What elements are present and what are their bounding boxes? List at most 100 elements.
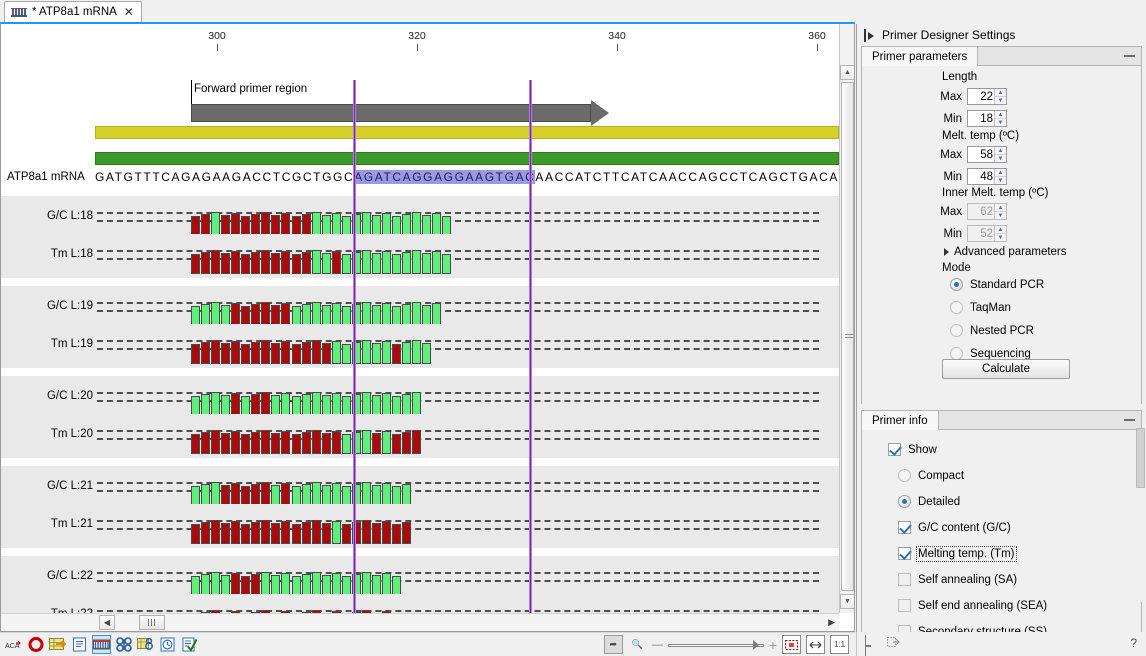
primer-bar[interactable]: [251, 432, 260, 454]
one-to-one-button[interactable]: 1:1: [830, 635, 849, 654]
primer-bar[interactable]: [231, 431, 240, 454]
primer-bar[interactable]: [261, 572, 270, 596]
primer-bar[interactable]: [241, 576, 250, 596]
primer-bar[interactable]: [302, 522, 311, 544]
radio-icon[interactable]: [950, 278, 963, 291]
primer-bar[interactable]: [271, 305, 280, 326]
primer-bar[interactable]: [251, 342, 260, 364]
primer-bar[interactable]: [191, 576, 200, 596]
primer-bar[interactable]: [382, 573, 391, 596]
primer-bar[interactable]: [412, 340, 421, 364]
primer-bar[interactable]: [292, 306, 301, 326]
mode-radio-nested-pcr[interactable]: Nested PCR: [950, 324, 1034, 337]
primer-bar[interactable]: [281, 213, 290, 236]
primer-bar[interactable]: [191, 396, 200, 416]
primer-track[interactable]: Tm L:18: [1, 234, 839, 278]
primer-bar[interactable]: [402, 432, 411, 454]
panel-expand-icon[interactable]: [864, 29, 875, 42]
primer-bar[interactable]: [231, 483, 240, 506]
primer-bar[interactable]: [312, 340, 321, 364]
primer-bar[interactable]: [241, 434, 250, 454]
primer-bar[interactable]: [261, 250, 270, 274]
primer-bar[interactable]: [281, 303, 290, 326]
primer-bar[interactable]: [241, 344, 250, 364]
radio-icon[interactable]: [898, 495, 911, 508]
primer-bar[interactable]: [322, 305, 331, 326]
panel-scroll-thumb[interactable]: [1136, 428, 1145, 488]
primer-bar[interactable]: [221, 305, 230, 326]
primer-bar[interactable]: [342, 434, 351, 454]
horizontal-scrollbar[interactable]: ◀ ▶: [1, 613, 839, 631]
primer-bar[interactable]: [261, 520, 270, 544]
sequence-canvas[interactable]: 300320340360 Forward primer region ATP8a…: [1, 24, 839, 613]
primer-bar[interactable]: [292, 344, 301, 364]
primer-bar[interactable]: [251, 304, 260, 326]
primer-bar[interactable]: [322, 485, 331, 506]
primer-bar[interactable]: [372, 523, 381, 544]
primer-bar[interactable]: [382, 483, 391, 506]
primer-bar[interactable]: [362, 392, 371, 416]
primer-bar[interactable]: [221, 575, 230, 596]
primer-bar[interactable]: [191, 254, 200, 274]
primer-bar[interactable]: [402, 522, 411, 544]
primer-bar[interactable]: [302, 394, 311, 416]
primer-bar[interactable]: [302, 484, 311, 506]
primer-info-option-g-c-content-g-c-[interactable]: G/C content (G/C): [898, 521, 1011, 534]
primer-bar[interactable]: [281, 521, 290, 544]
checkbox-icon[interactable]: [898, 521, 911, 534]
horizontal-scroll-thumb[interactable]: [139, 615, 165, 630]
primer-bar[interactable]: [302, 214, 311, 236]
primer-bar[interactable]: [302, 252, 311, 274]
primer-bar[interactable]: [342, 344, 351, 364]
primer-bar[interactable]: [372, 343, 381, 364]
primer-bar[interactable]: [292, 254, 301, 274]
primer-bar[interactable]: [231, 573, 240, 596]
primer-bar[interactable]: [312, 572, 321, 596]
primer-bar[interactable]: [382, 213, 391, 236]
primer-track[interactable]: Tm L:19: [1, 324, 839, 368]
mode-radio-standard-pcr[interactable]: Standard PCR: [950, 278, 1044, 291]
primer-bar[interactable]: [312, 302, 321, 326]
primer-bar[interactable]: [342, 486, 351, 506]
primer-bar[interactable]: [302, 432, 311, 454]
primer-bar[interactable]: [271, 575, 280, 596]
primer-bar[interactable]: [221, 485, 230, 506]
primer-bar[interactable]: [382, 393, 391, 416]
translation-icon[interactable]: ACA: [4, 635, 23, 654]
primer-bar[interactable]: [292, 524, 301, 544]
primer-bar[interactable]: [392, 576, 401, 596]
primer-bar[interactable]: [281, 573, 290, 596]
primer-bar[interactable]: [322, 523, 331, 544]
radio-icon[interactable]: [898, 469, 911, 482]
primer-bar[interactable]: [322, 215, 331, 236]
primer-bar[interactable]: [332, 431, 341, 454]
history-icon[interactable]: [158, 635, 177, 654]
primer-bar[interactable]: [322, 395, 331, 416]
advanced-parameters-expander[interactable]: Advanced parameters: [944, 246, 1067, 258]
primer-bar[interactable]: [322, 575, 331, 596]
primer-bar[interactable]: [432, 303, 441, 326]
primer-bar[interactable]: [332, 213, 341, 236]
primer-bar[interactable]: [332, 393, 341, 416]
primer-bar[interactable]: [231, 393, 240, 416]
scroll-left-icon[interactable]: ◀: [99, 615, 115, 630]
primer-bar[interactable]: [211, 250, 220, 274]
scroll-down-icon[interactable]: ▼: [840, 594, 855, 609]
primer-bar[interactable]: [332, 521, 341, 544]
primer-bar[interactable]: [422, 305, 431, 326]
primer-bar[interactable]: [362, 572, 371, 596]
primer-bar[interactable]: [372, 395, 381, 416]
primer-bar[interactable]: [312, 430, 321, 454]
show-checkbox-row[interactable]: Show: [888, 443, 937, 456]
primer-bar[interactable]: [412, 250, 421, 274]
text-view-icon[interactable]: [70, 635, 89, 654]
primer-bar[interactable]: [392, 434, 401, 454]
primer-bar[interactable]: [312, 482, 321, 506]
primer-bar[interactable]: [201, 304, 210, 326]
zoom-in-label[interactable]: +: [769, 637, 777, 653]
primer-bar[interactable]: [221, 215, 230, 236]
mode-radio-taqman[interactable]: TaqMan: [950, 301, 1011, 314]
panel-scrollbar[interactable]: [1136, 428, 1145, 602]
primer-bar[interactable]: [251, 394, 260, 416]
primer-bar[interactable]: [292, 486, 301, 506]
